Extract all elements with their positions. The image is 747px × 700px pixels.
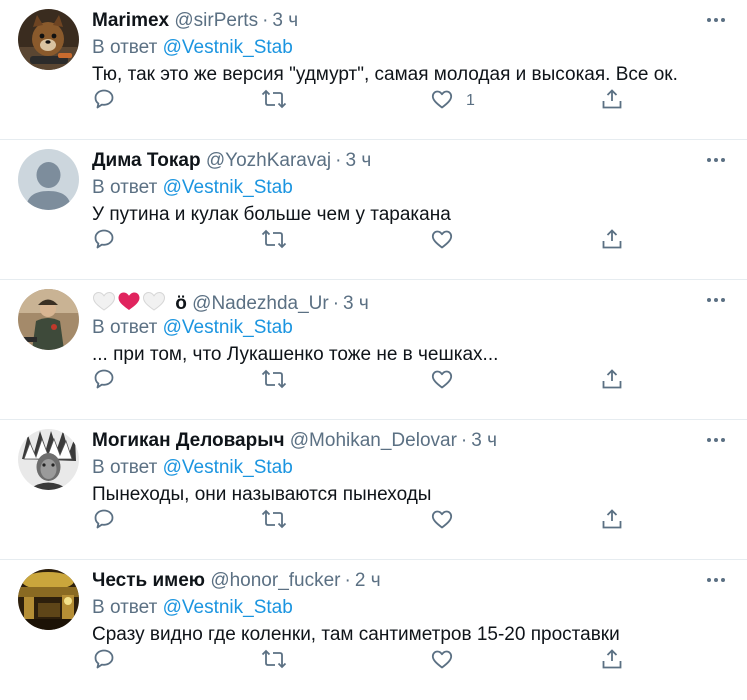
avatar[interactable] [18,9,79,70]
reply-target-link[interactable]: @Vestnik_Stab [163,317,293,338]
tweet-header: Честь имею @honor_fucker · 2 ч [92,570,381,592]
reply-prefix: В ответ [92,37,158,58]
reply-prefix: В ответ [92,317,158,338]
tweet-text: Тю, так это же версия "удмурт", самая мо… [92,64,678,85]
share-icon[interactable] [600,367,624,395]
reply-target-link[interactable]: @Vestnik_Stab [163,457,293,478]
user-handle[interactable]: @sirPerts [174,10,258,31]
tweet-actions: 1 [0,87,747,115]
more-options-icon[interactable] [705,571,727,589]
separator-dot: · [460,430,468,451]
heart-emoji-name-decoration [92,291,166,311]
timestamp[interactable]: 3 ч [272,10,298,31]
tweet-header: ö @Nadezhda_Ur · 3 ч [92,290,369,314]
more-options-icon[interactable] [705,431,727,449]
reply-prefix: В ответ [92,457,158,478]
tweet-header: Дима Токар @YozhKaravaj · 3 ч [92,150,371,172]
like-icon[interactable] [430,87,454,115]
reply-target-link[interactable]: @Vestnik_Stab [163,177,293,198]
reply-icon[interactable] [92,367,116,395]
avatar[interactable] [18,289,79,350]
tweet-actions [0,227,747,255]
reply-feed: Marimex @sirPerts · 3 ч В ответ @Vestnik_S… [0,0,747,692]
avatar[interactable] [18,569,79,630]
display-name[interactable]: Дима Токар [92,150,201,171]
tweet[interactable]: Честь имею @honor_fucker · 2 ч В ответ @Ve… [0,560,747,700]
avatar-image [18,9,79,70]
retweet-icon[interactable] [261,507,287,535]
tweet-actions [0,367,747,395]
share-icon[interactable] [600,87,624,115]
tweet[interactable]: ö @Nadezhda_Ur · 3 ч В ответ @Vestnik_Stab… [0,280,747,420]
like-icon[interactable] [430,227,454,255]
tweet-text: У путина и кулак больше чем у таракана [92,204,451,225]
retweet-icon[interactable] [261,647,287,675]
like-icon[interactable] [430,507,454,535]
like-count: 1 [466,92,475,109]
tweet-text: Сразу видно где коленки, там сантиметров… [92,624,620,645]
user-handle[interactable]: @YozhKaravaj [206,150,331,171]
avatar-image [18,569,79,630]
retweet-icon[interactable] [261,367,287,395]
avatar[interactable] [18,429,79,490]
display-name[interactable]: Могикан Деловарыч [92,430,284,451]
reply-prefix: В ответ [92,177,158,198]
more-options-icon[interactable] [705,11,727,29]
avatar-image [18,289,79,350]
display-name[interactable]: Честь имею [92,570,205,591]
display-name[interactable]: Marimex [92,10,169,31]
timestamp[interactable]: 3 ч [343,293,369,314]
share-icon[interactable] [600,507,624,535]
share-icon[interactable] [600,227,624,255]
reply-target-link[interactable]: @Vestnik_Stab [163,37,293,58]
tweet[interactable]: Дима Токар @YozhKaravaj · 3 ч В ответ @Ves… [0,140,747,280]
reply-icon[interactable] [92,87,116,115]
reply-icon[interactable] [92,227,116,255]
tweet-actions [0,647,747,675]
retweet-icon[interactable] [261,87,287,115]
display-name[interactable]: ö [175,293,187,314]
tweet[interactable]: Могикан Деловарыч @Mohikan_Delovar · 3 ч В… [0,420,747,560]
reply-context: В ответ @Vestnik_Stab [92,37,293,59]
reply-context: В ответ @Vestnik_Stab [92,597,293,619]
reply-target-link[interactable]: @Vestnik_Stab [163,597,293,618]
reply-context: В ответ @Vestnik_Stab [92,177,293,199]
separator-dot: · [344,570,351,591]
tweet-text: ... при том, что Лукашенко тоже не в чеш… [92,344,499,365]
tweet-header: Могикан Деловарыч @Mohikan_Delovar · 3 ч [92,430,497,452]
default-avatar-image [18,149,79,210]
tweet-header: Marimex @sirPerts · 3 ч [92,10,298,32]
reply-context: В ответ @Vestnik_Stab [92,457,293,479]
retweet-icon[interactable] [261,227,287,255]
tweet-text: Пынеходы, они называются пынеходы [92,484,432,505]
reply-context: В ответ @Vestnik_Stab [92,317,293,339]
share-icon[interactable] [600,647,624,675]
timestamp[interactable]: 3 ч [471,430,497,451]
separator-dot: · [335,150,342,171]
avatar-image [18,429,79,490]
user-handle[interactable]: @honor_fucker [210,570,340,591]
timestamp[interactable]: 3 ч [345,150,371,171]
separator-dot: · [262,10,269,31]
timestamp[interactable]: 2 ч [355,570,381,591]
user-handle[interactable]: @Nadezhda_Ur [192,293,329,314]
tweet-actions [0,507,747,535]
more-options-icon[interactable] [705,151,727,169]
reply-prefix: В ответ [92,597,158,618]
avatar[interactable] [18,149,79,210]
reply-icon[interactable] [92,507,116,535]
more-options-icon[interactable] [705,291,727,309]
like-icon[interactable] [430,647,454,675]
tweet[interactable]: Marimex @sirPerts · 3 ч В ответ @Vestnik_S… [0,0,747,140]
like-icon[interactable] [430,367,454,395]
separator-dot: · [332,293,340,314]
user-handle[interactable]: @Mohikan_Delovar [290,430,457,451]
reply-icon[interactable] [92,647,116,675]
